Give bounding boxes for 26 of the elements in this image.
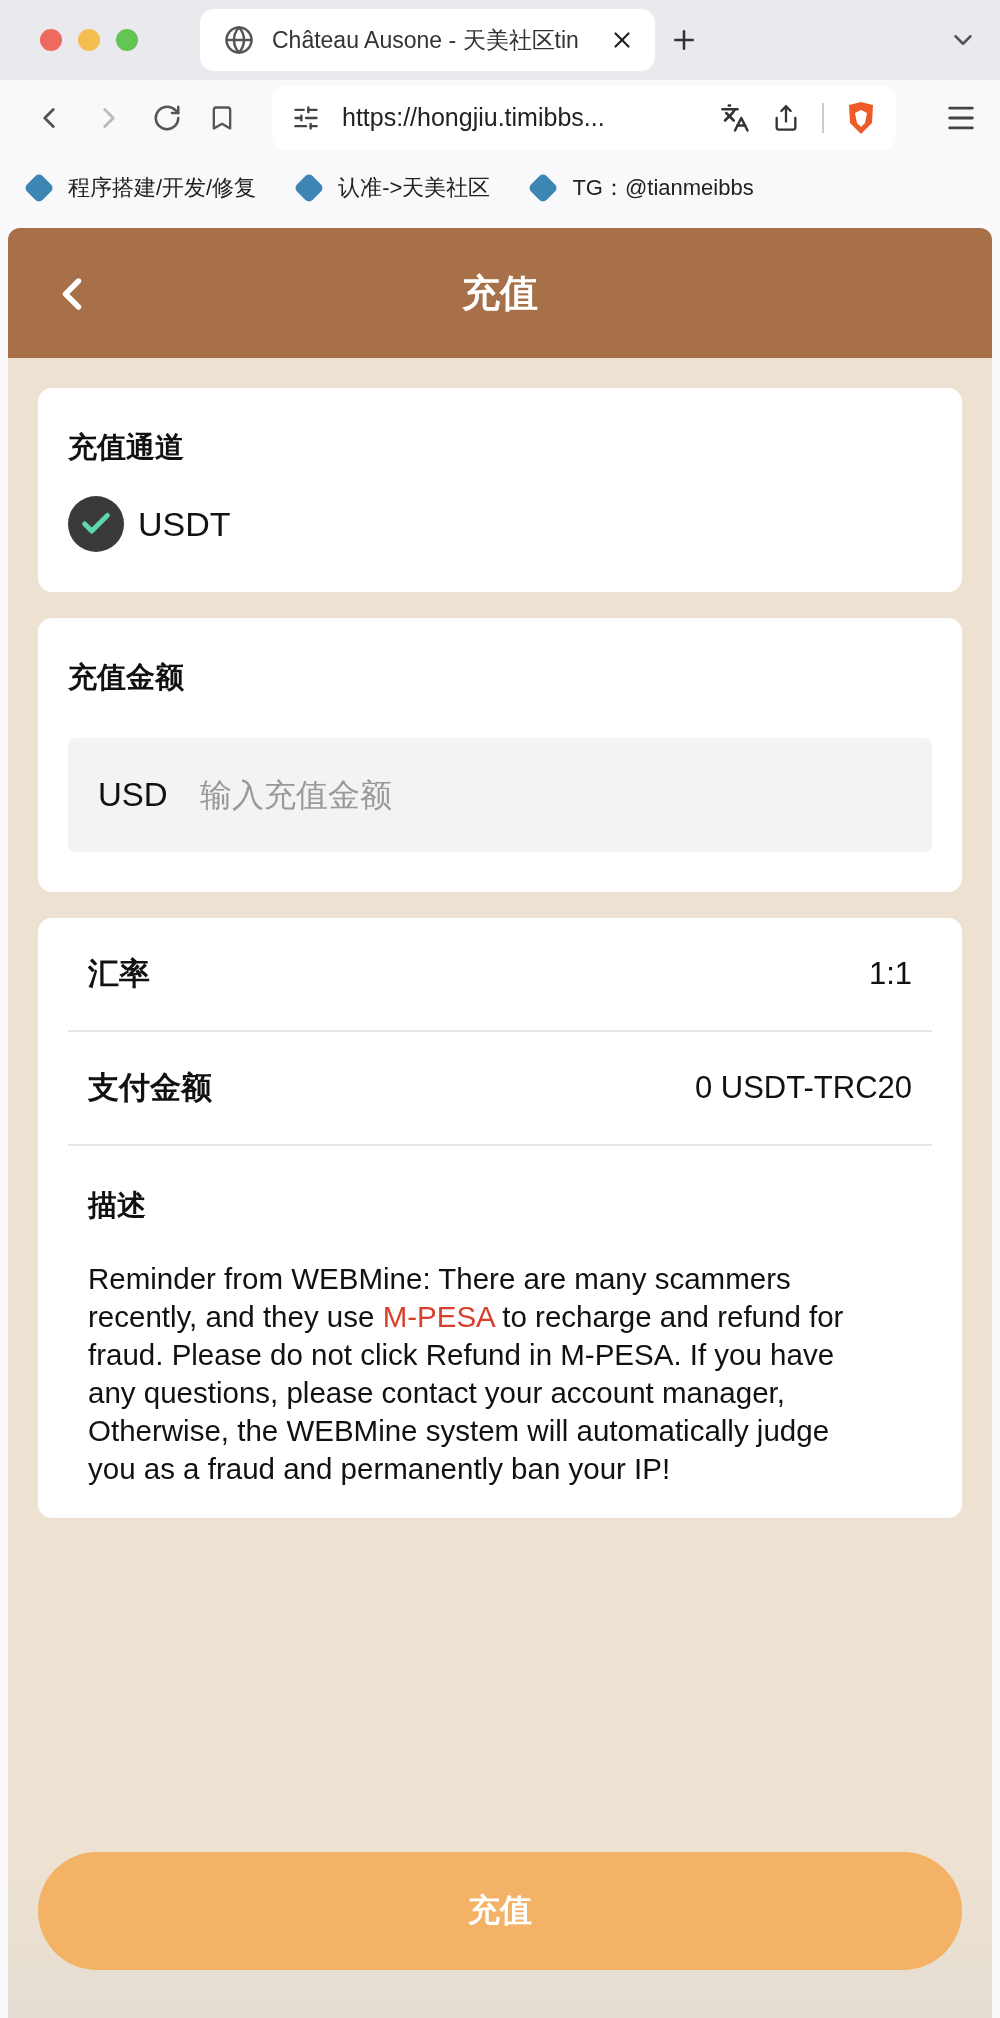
bookmark-link[interactable]: TG：@tianmeibbs xyxy=(528,172,754,203)
radio-check-icon[interactable] xyxy=(68,496,124,552)
browser-tab[interactable]: Château Ausone - 天美社区tin xyxy=(200,9,655,71)
amount-input[interactable]: 输入充值金额 xyxy=(197,775,902,815)
globe-icon xyxy=(224,25,254,55)
section-title: 充值金额 xyxy=(68,660,185,695)
close-window-icon[interactable] xyxy=(40,29,62,51)
currency-label: USD xyxy=(98,776,168,814)
amount-field[interactable]: USD 输入充值金额 xyxy=(68,738,932,852)
row-value: 0 USDT-TRC20 xyxy=(694,1070,912,1106)
option-label: USDT xyxy=(138,504,231,544)
section-title: 描述 xyxy=(88,1188,147,1223)
description-text: Reminder from WEBMine: There are many scammers recently, and they use M-PESA to recharge and refund for fraud. Please do not click Refund in M-PESA. If you have any questions, please contact your account manager, Otherwise, the WEBMine system will automatically judge you as a fraud and permanently ban your IP! xyxy=(88,1261,845,1487)
row-label: 支付金额 xyxy=(88,1069,212,1107)
section-title: 充值通道 xyxy=(68,430,185,465)
translate-icon[interactable] xyxy=(720,102,750,133)
bookmark-link[interactable]: 认准->天美社区 xyxy=(294,172,491,203)
bookmark-link[interactable]: 程序搭建/开发/修复 xyxy=(24,172,257,203)
tab-title: Château Ausone - 天美社区tin xyxy=(272,25,580,55)
address-bar[interactable]: https://hongjiu.timibbs... xyxy=(272,85,896,150)
url-text: https://hongjiu.timibbs... xyxy=(342,103,606,132)
row-label: 汇率 xyxy=(88,955,150,993)
row-value: 1:1 xyxy=(868,956,912,992)
page-title: 充值 xyxy=(462,270,538,316)
lion-shield-icon[interactable] xyxy=(846,100,876,135)
site-settings-icon[interactable] xyxy=(292,103,320,132)
